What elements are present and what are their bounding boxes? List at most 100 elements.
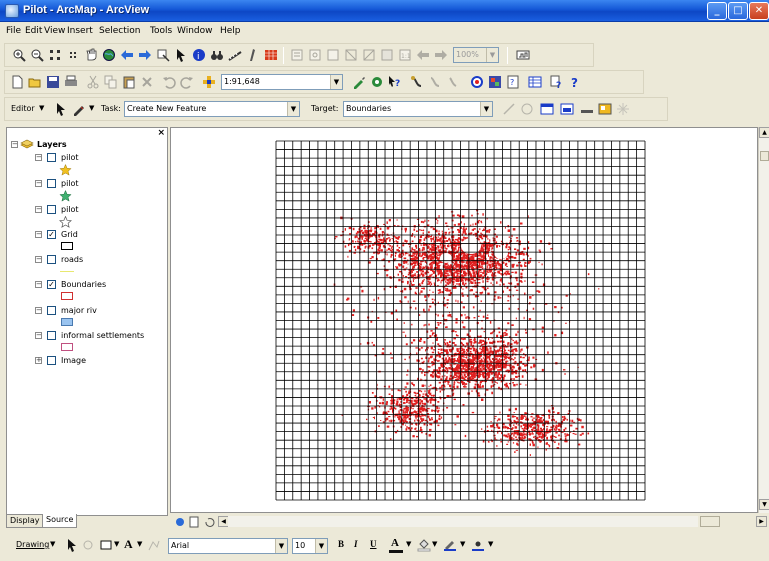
flicker-icon[interactable] bbox=[445, 74, 461, 90]
new-document-icon[interactable] bbox=[9, 74, 25, 90]
minimize-button[interactable]: _ bbox=[707, 2, 727, 20]
zoom-out-icon[interactable] bbox=[29, 47, 45, 63]
edit-vertices-icon[interactable] bbox=[146, 537, 162, 553]
bold-button[interactable]: B bbox=[338, 539, 344, 549]
chevron-down-icon[interactable]: ▼ bbox=[89, 104, 94, 112]
layout-icon[interactable] bbox=[263, 47, 279, 63]
layer-visibility-checkbox[interactable]: ✓ bbox=[47, 280, 56, 289]
swipe-icon[interactable] bbox=[427, 74, 443, 90]
menu-window[interactable]: Window bbox=[177, 26, 213, 36]
forward-arrow-icon[interactable] bbox=[137, 47, 153, 63]
arctoolbox-icon[interactable] bbox=[369, 74, 385, 90]
target-combo[interactable]: Boundaries ▼ bbox=[343, 101, 493, 117]
layout-back-icon[interactable] bbox=[415, 47, 431, 63]
chevron-down-icon[interactable]: ▼ bbox=[460, 540, 465, 548]
rotate-tool-icon[interactable] bbox=[519, 101, 535, 117]
map-scale-combo[interactable]: 1:91,648 ▼ bbox=[221, 74, 343, 90]
refresh-icon[interactable] bbox=[202, 514, 218, 530]
hyperlink-icon[interactable] bbox=[155, 47, 171, 63]
model-builder-icon[interactable]: ? bbox=[505, 74, 521, 90]
layout-fixed-zoom-in-icon[interactable] bbox=[343, 47, 359, 63]
measure-icon[interactable] bbox=[227, 47, 243, 63]
chevron-down-icon[interactable]: ▼ bbox=[39, 104, 44, 112]
toggle-draft-mode-icon[interactable] bbox=[515, 47, 531, 63]
save-disk-icon[interactable] bbox=[45, 74, 61, 90]
fixed-zoom-in-icon[interactable] bbox=[47, 47, 63, 63]
layer-visibility-checkbox[interactable] bbox=[47, 331, 56, 340]
full-extent-globe-icon[interactable] bbox=[101, 47, 117, 63]
layer-visibility-checkbox[interactable] bbox=[47, 255, 56, 264]
layout-zoom-combo[interactable]: 100% ▼ bbox=[453, 47, 499, 63]
dock-bar-icon[interactable] bbox=[579, 101, 595, 117]
marker-color-icon[interactable] bbox=[470, 537, 486, 553]
fill-color-bucket-icon[interactable] bbox=[416, 537, 432, 553]
maximize-button[interactable]: □ bbox=[728, 2, 748, 20]
layout-view-page-icon[interactable] bbox=[186, 514, 202, 530]
menu-view[interactable]: View bbox=[44, 26, 65, 36]
close-icon[interactable]: × bbox=[157, 128, 165, 138]
select-elements-icon[interactable] bbox=[173, 47, 189, 63]
map-tips-icon[interactable] bbox=[469, 74, 485, 90]
sketch-properties-icon[interactable] bbox=[559, 101, 575, 117]
collapse-icon[interactable]: − bbox=[35, 231, 42, 238]
layout-pan-icon[interactable] bbox=[379, 47, 395, 63]
layer-visibility-checkbox[interactable] bbox=[47, 356, 56, 365]
toc-layer-row[interactable]: − pilot bbox=[7, 152, 167, 164]
collapse-icon[interactable]: − bbox=[35, 180, 42, 187]
vertical-scrollbar[interactable]: ▲ ▼ bbox=[758, 127, 769, 513]
collapse-icon[interactable]: − bbox=[35, 206, 42, 213]
editor-menu[interactable]: Editor bbox=[11, 104, 35, 113]
italic-button[interactable]: I bbox=[354, 539, 358, 549]
toc-layer-row[interactable]: − major riv bbox=[7, 305, 167, 317]
menu-help[interactable]: Help bbox=[220, 26, 241, 36]
chevron-down-icon[interactable]: ▼ bbox=[50, 540, 55, 548]
find-binoculars-icon[interactable] bbox=[209, 47, 225, 63]
cut-icon[interactable] bbox=[85, 74, 101, 90]
collapse-icon[interactable]: − bbox=[35, 154, 42, 161]
select-elements-arrow-icon[interactable] bbox=[64, 537, 80, 553]
layout-fixed-zoom-out-icon[interactable] bbox=[361, 47, 377, 63]
identify-icon[interactable]: i bbox=[191, 47, 207, 63]
fixed-zoom-out-icon[interactable] bbox=[65, 47, 81, 63]
editor-toolbar-icon[interactable] bbox=[351, 74, 367, 90]
menu-insert[interactable]: Insert bbox=[67, 26, 93, 36]
toc-layer-row[interactable]: − pilot bbox=[7, 204, 167, 216]
layer-visibility-checkbox[interactable] bbox=[47, 306, 56, 315]
collapse-icon[interactable]: − bbox=[35, 281, 42, 288]
layout-help-icon[interactable]: ? bbox=[549, 74, 565, 90]
toc-layer-row[interactable]: − ✓ Grid bbox=[7, 229, 167, 241]
tab-source[interactable]: Source bbox=[42, 514, 78, 528]
help-question-icon[interactable]: ? bbox=[567, 74, 583, 90]
go-to-xy-icon[interactable] bbox=[245, 47, 261, 63]
toc-layer-row[interactable]: − informal settlements bbox=[7, 330, 167, 342]
toc-layer-row[interactable]: − roads bbox=[7, 254, 167, 266]
expand-icon[interactable]: + bbox=[35, 357, 42, 364]
toc-layer-row[interactable]: + Image bbox=[7, 355, 167, 367]
chevron-down-icon[interactable]: ▼ bbox=[406, 540, 411, 548]
split-tool-icon[interactable] bbox=[501, 101, 517, 117]
task-combo[interactable]: Create New Feature ▼ bbox=[124, 101, 300, 117]
add-data-icon[interactable] bbox=[201, 74, 217, 90]
toc-layer-row[interactable]: − ✓ Boundaries bbox=[7, 279, 167, 291]
image-analysis-icon[interactable] bbox=[487, 74, 503, 90]
pan-hand-icon[interactable] bbox=[83, 47, 99, 63]
chevron-down-icon[interactable]: ▼ bbox=[432, 540, 437, 548]
zoom-whole-page-icon[interactable] bbox=[289, 47, 305, 63]
font-color-icon[interactable]: A bbox=[388, 537, 404, 554]
zoom-in-icon[interactable] bbox=[11, 47, 27, 63]
edit-tool-arrow-icon[interactable] bbox=[53, 101, 69, 117]
rotate-element-icon[interactable] bbox=[80, 537, 96, 553]
georeferencing-icon[interactable] bbox=[409, 74, 425, 90]
copy-icon[interactable] bbox=[103, 74, 119, 90]
menu-selection[interactable]: Selection bbox=[99, 26, 140, 36]
delete-icon[interactable] bbox=[139, 74, 155, 90]
underline-button[interactable]: U bbox=[370, 539, 377, 549]
print-icon[interactable] bbox=[63, 74, 79, 90]
sketch-pencil-icon[interactable] bbox=[71, 101, 87, 117]
close-button[interactable]: ✕ bbox=[749, 2, 769, 20]
zoom-100-icon[interactable]: 1:1 bbox=[397, 47, 413, 63]
back-arrow-icon[interactable] bbox=[119, 47, 135, 63]
rectangle-tool-icon[interactable] bbox=[98, 537, 114, 553]
redo-icon[interactable] bbox=[179, 74, 195, 90]
undo-icon[interactable] bbox=[161, 74, 177, 90]
